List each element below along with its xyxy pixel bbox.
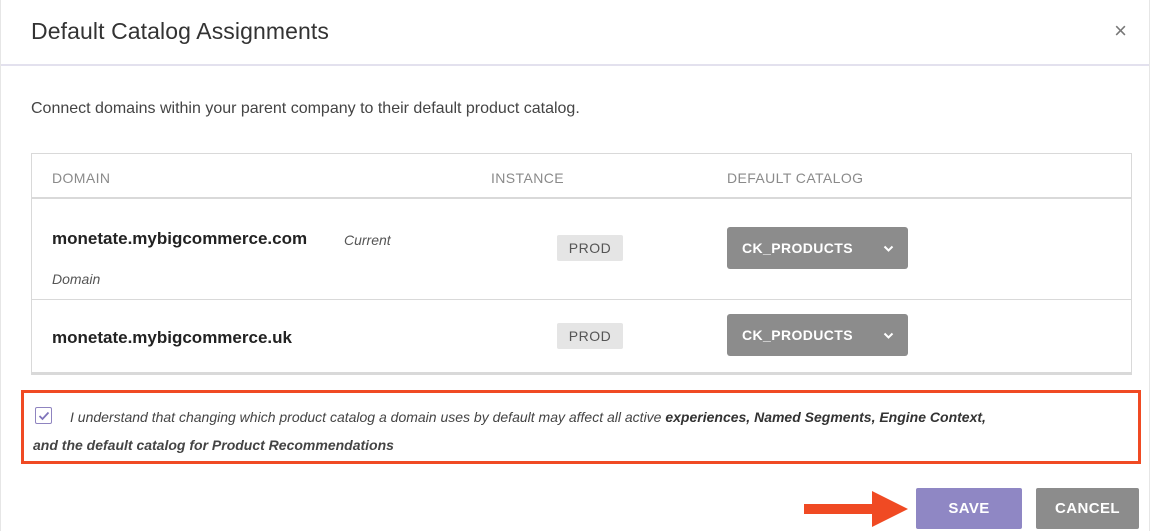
domain-name: monetate.mybigcommerce.uk xyxy=(52,328,292,347)
dialog-description: Connect domains within your parent compa… xyxy=(31,100,580,117)
table-header: DOMAIN INSTANCE DEFAULT CATALOG xyxy=(32,154,1131,199)
dialog-header: Default Catalog Assignments × xyxy=(1,0,1149,66)
default-catalog-dialog: Default Catalog Assignments × Connect do… xyxy=(0,0,1150,531)
catalog-select-value: CK_PRODUCTS xyxy=(742,327,853,343)
catalog-select[interactable]: CK_PRODUCTS xyxy=(727,314,908,356)
close-icon[interactable]: × xyxy=(1114,18,1127,44)
acknowledgement-text-plain: I understand that changing which product… xyxy=(70,409,662,425)
chevron-down-icon xyxy=(883,227,894,269)
catalog-select-value: CK_PRODUCTS xyxy=(742,240,853,256)
catalog-select[interactable]: CK_PRODUCTS xyxy=(727,227,908,269)
check-icon xyxy=(38,411,50,421)
acknowledgement-text-bold: experiences, Named Segments, Engine Cont… xyxy=(665,409,986,425)
current-domain-label-continued: Domain xyxy=(52,271,101,287)
cancel-button[interactable]: CANCEL xyxy=(1036,488,1139,529)
catalog-assignments-table: DOMAIN INSTANCE DEFAULT CATALOG monetate… xyxy=(31,153,1132,375)
acknowledgement-text-line2: and the default catalog for Product Reco… xyxy=(33,437,394,453)
save-button[interactable]: SAVE xyxy=(916,488,1022,529)
current-domain-label: Current xyxy=(344,232,391,248)
acknowledgement-highlight: I understand that changing which product… xyxy=(21,390,1141,464)
table-row: monetate.mybigcommerce.com Current Domai… xyxy=(32,199,1131,300)
table-row: monetate.mybigcommerce.uk PROD CK_PRODUC… xyxy=(32,300,1131,374)
column-header-default-catalog: DEFAULT CATALOG xyxy=(727,170,864,186)
column-header-instance: INSTANCE xyxy=(491,170,564,186)
chevron-down-icon xyxy=(883,314,894,356)
instance-badge: PROD xyxy=(557,323,623,349)
column-header-domain: DOMAIN xyxy=(52,170,111,186)
domain-name: monetate.mybigcommerce.com xyxy=(52,229,308,248)
dialog-title: Default Catalog Assignments xyxy=(31,18,330,44)
arrow-right-icon xyxy=(804,489,908,531)
acknowledgement-checkbox[interactable] xyxy=(35,407,52,424)
acknowledgement-text: I understand that changing which product… xyxy=(70,409,986,425)
instance-badge: PROD xyxy=(557,235,623,261)
